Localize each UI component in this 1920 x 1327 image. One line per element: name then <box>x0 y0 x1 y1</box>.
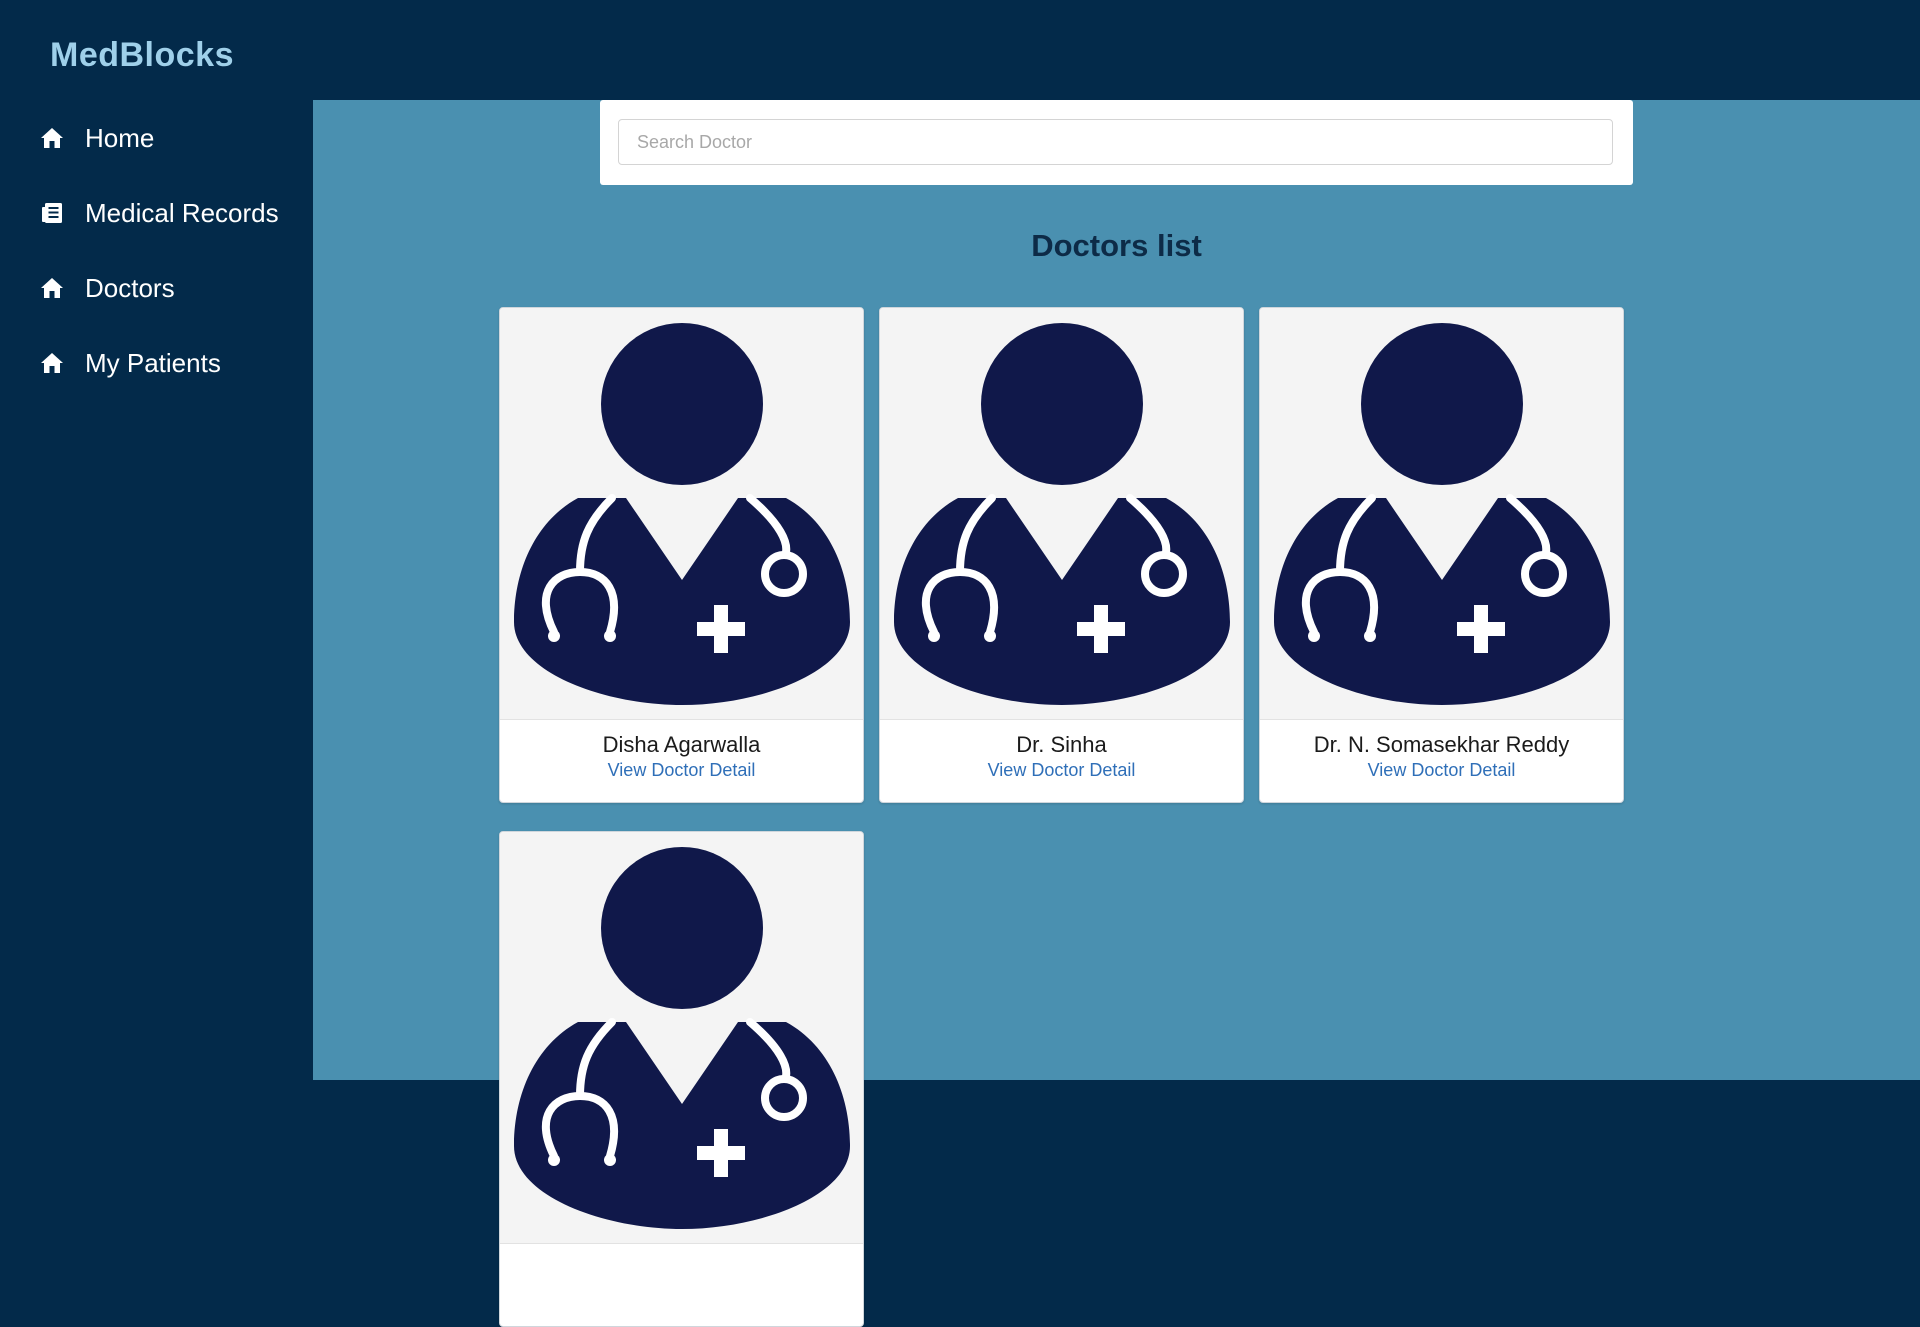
page-title: Doctors list <box>1031 228 1202 263</box>
records-icon <box>40 201 64 225</box>
sidebar-item-label: Home <box>85 122 155 153</box>
view-doctor-detail-link[interactable]: View Doctor Detail <box>500 760 863 781</box>
doctor-card: Dr. N. Somasekhar Reddy View Doctor Deta… <box>1259 307 1624 803</box>
doctor-name: Dr. N. Somasekhar Reddy <box>1313 732 1570 757</box>
search-panel <box>600 100 1633 185</box>
view-doctor-detail-link[interactable]: View Doctor Detail <box>1260 760 1623 781</box>
sidebar-item-doctors[interactable]: Doctors <box>40 268 175 308</box>
doctor-card: Dr. Sinha View Doctor Detail <box>879 307 1244 803</box>
doctor-image <box>500 308 863 720</box>
doctor-card <box>499 831 864 1327</box>
doctor-image <box>1260 308 1623 720</box>
home-icon <box>40 126 64 150</box>
view-doctor-detail-link[interactable]: View Doctor Detail <box>880 760 1243 781</box>
sidebar-item-label: My Patients <box>85 347 221 378</box>
doctor-image <box>500 832 863 1244</box>
doctor-name: Dr. Sinha <box>1016 732 1107 757</box>
home-icon <box>40 351 64 375</box>
main-content: Doctors list Disha Agarwalla View Doctor… <box>313 100 1920 1327</box>
sidebar-item-my-patients[interactable]: My Patients <box>40 343 221 383</box>
sidebar-item-label: Medical Records <box>85 197 279 228</box>
sidebar-item-label: Doctors <box>85 272 175 303</box>
top-bar: MedBlocks <box>0 0 1920 100</box>
sidebar-item-home[interactable]: Home <box>40 118 154 158</box>
search-input[interactable] <box>618 119 1613 165</box>
home-icon <box>40 276 64 300</box>
sidebar-item-medical-records[interactable]: Medical Records <box>40 193 279 233</box>
brand-logo[interactable]: MedBlocks <box>50 36 234 75</box>
doctor-card: Disha Agarwalla View Doctor Detail <box>499 307 864 803</box>
sidebar: Home Medical Records Doctors My Patients <box>0 100 313 1080</box>
doctor-image <box>880 308 1243 720</box>
doctor-name: Disha Agarwalla <box>602 732 761 757</box>
